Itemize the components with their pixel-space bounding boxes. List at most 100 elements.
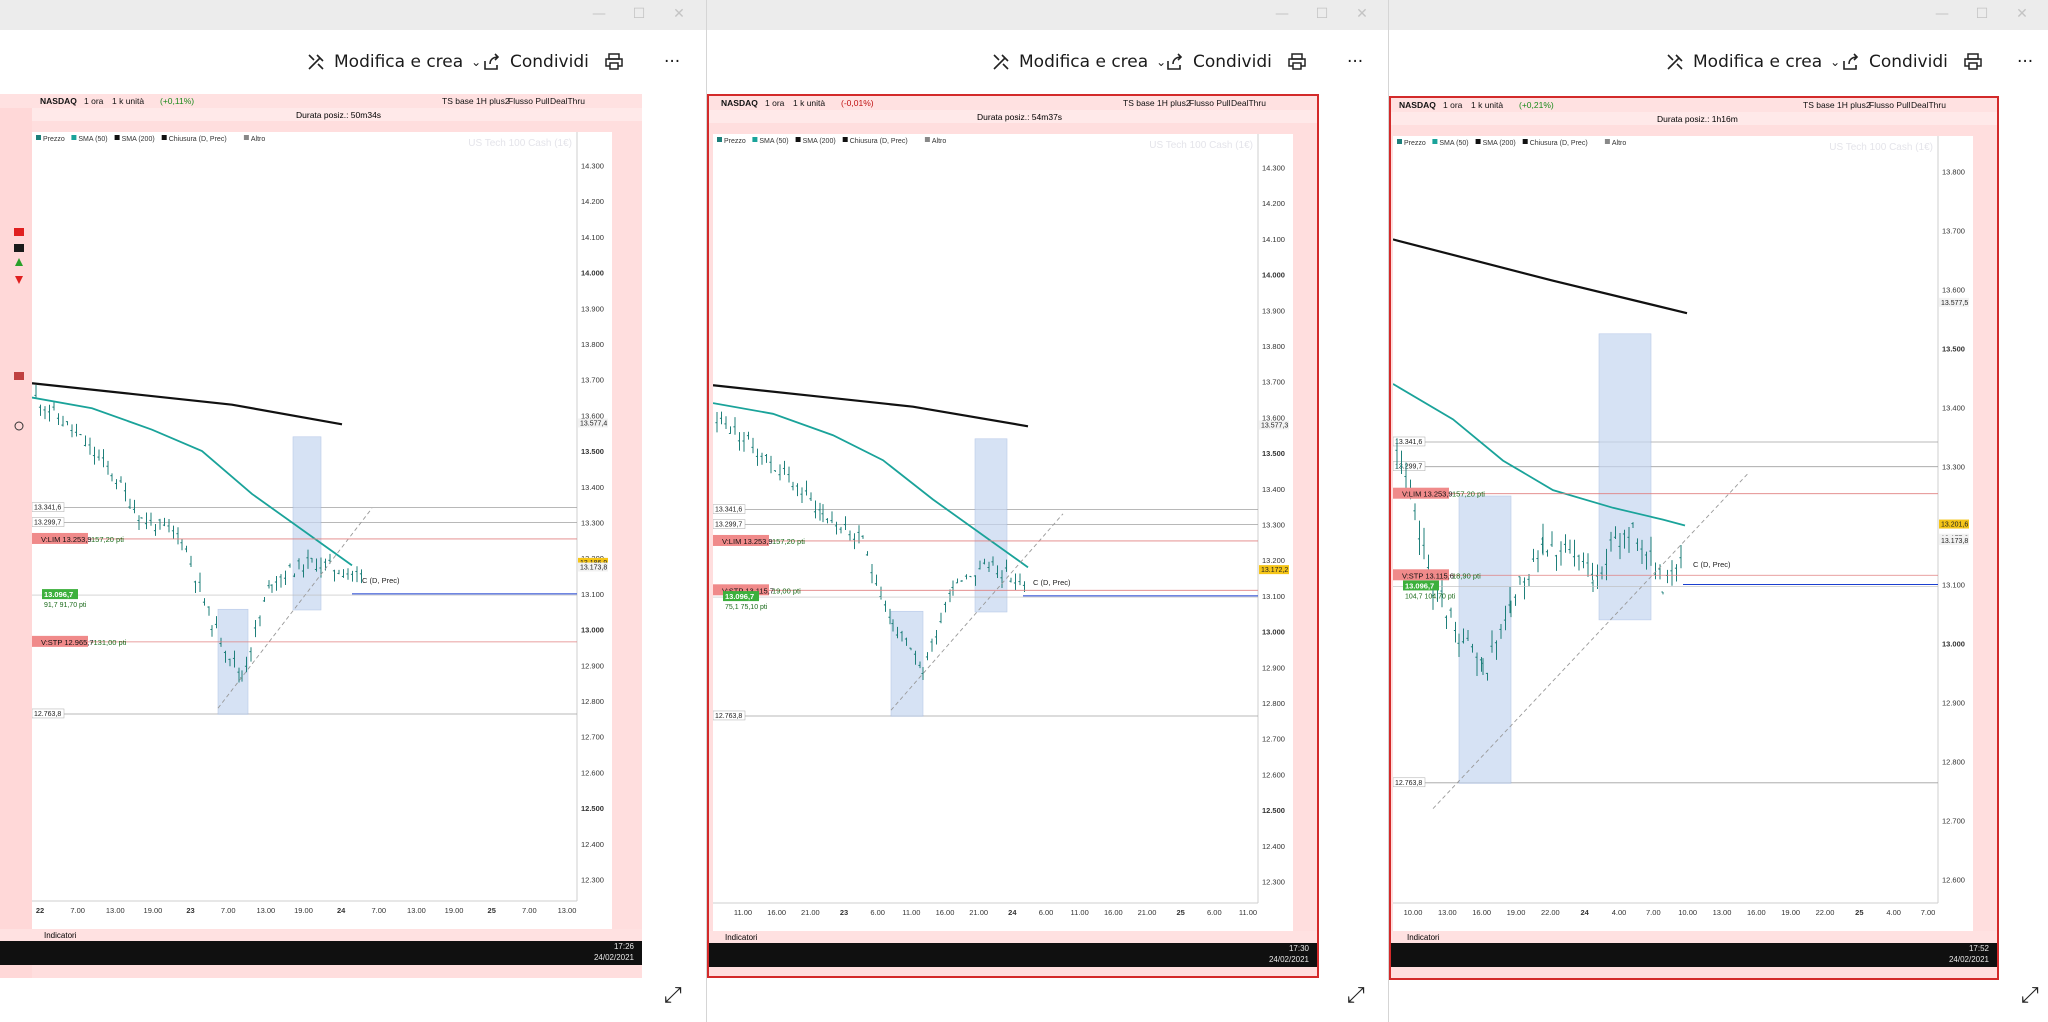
legend-entry: SMA (200) — [122, 136, 155, 143]
minimize-button[interactable]: — — [1265, 4, 1299, 24]
x-tick-label: 10.00 — [1404, 908, 1423, 917]
prev-close-label: C (D, Prec) — [1693, 560, 1731, 569]
share-button[interactable]: Condividi — [482, 52, 589, 72]
strategy-tab-3[interactable]: DealThru — [1911, 100, 1946, 110]
more-options-button[interactable]: ··· — [2017, 52, 2033, 72]
drawing-tool-icons[interactable] — [0, 108, 32, 968]
x-tick-label: 16.00 — [1747, 908, 1766, 917]
position-duration: Durata posiz.: 54m37s — [977, 112, 1063, 122]
taskbar-clock: 17:26 — [613, 942, 634, 951]
print-button[interactable] — [604, 52, 624, 72]
y-tick-label: 13.800 — [581, 340, 604, 349]
watermark: US Tech 100 Cash (1€) — [468, 138, 572, 149]
print-button[interactable] — [1287, 52, 1307, 72]
close-button[interactable]: ✕ — [662, 4, 696, 24]
taskbar-date: 24/02/2021 — [593, 953, 634, 962]
legend-entry: Prezzo — [1404, 140, 1426, 147]
price-chart-svg[interactable]: Prezzo SMA (50) SMA (200) Chiusura (D, Prec… — [1392, 136, 1973, 931]
more-options-icon: ··· — [664, 52, 681, 72]
expand-icon[interactable]: ⤢ — [1347, 983, 1365, 1008]
share-label: Condividi — [1869, 52, 1948, 72]
units-label: 1 k unità — [112, 96, 145, 106]
edit-create-button[interactable]: Modifica e crea ⌄ — [1665, 52, 1840, 72]
y-tick-label: 12.700 — [1262, 735, 1285, 744]
legend-entry: Chiusura (D, Prec) — [1530, 140, 1588, 147]
y-tick-label: 12.400 — [1262, 842, 1285, 851]
position-price: 13.096,7 — [725, 592, 754, 601]
price-chart-svg[interactable]: Prezzo SMA (50) SMA (200) Chiusura (D, Prec… — [712, 134, 1293, 931]
chart-subheader: Durata posiz.: 50m34s — [0, 108, 642, 121]
strategy-tab-3[interactable]: DealThru — [550, 96, 585, 106]
close-button[interactable]: ✕ — [2005, 4, 2039, 24]
y-tick-label: 12.700 — [1942, 816, 1965, 825]
taskbar-date: 24/02/2021 — [1948, 955, 1989, 964]
x-tick-label: 19.00 — [445, 906, 464, 915]
drawing-tools-strip[interactable] — [0, 108, 32, 978]
y-tick-label: 14.200 — [581, 197, 604, 206]
legend-entry: Prezzo — [724, 138, 746, 145]
maximize-button[interactable]: ☐ — [1305, 4, 1339, 24]
strategy-tab-1[interactable]: TS base 1H plus2 — [1123, 98, 1191, 108]
indicators-button[interactable]: Indicatori — [725, 933, 757, 942]
position-duration: Durata posiz.: 50m34s — [296, 110, 382, 120]
legend-entry: Chiusura (D, Prec) — [169, 136, 227, 143]
x-tick-label: 13.00 — [1713, 908, 1732, 917]
x-tick-label: 11.00 — [734, 908, 752, 917]
price-chart[interactable]: Prezzo SMA (50) SMA (200) Chiusura (D, Prec… — [712, 134, 1293, 931]
legend-swatch — [71, 135, 77, 140]
highlight-zone — [890, 610, 924, 717]
maximize-button[interactable]: ☐ — [1965, 4, 1999, 24]
chart-subheader: Durata posiz.: 1h16m — [1391, 112, 1997, 125]
price-chart[interactable]: Prezzo SMA (50) SMA (200) Chiusura (D, Prec… — [1392, 136, 1973, 931]
command-bar: Modifica e crea ⌄ Condividi ··· — [0, 30, 706, 98]
chart-header: NASDAQ 1 ora 1 k unità (+0,11%) TS base … — [0, 94, 642, 108]
expand-icon[interactable]: ⤢ — [664, 983, 682, 1008]
stop-order-label: V:STP 12.965,7 — [41, 638, 94, 647]
stop-order-points: 19,00 pti — [772, 586, 801, 595]
y-tick-label: 12.500 — [581, 804, 604, 813]
indicators-button[interactable]: Indicatori — [44, 931, 76, 940]
share-button[interactable]: Condividi — [1841, 52, 1948, 72]
strategy-tab-2[interactable]: Flusso Pull — [1869, 100, 1911, 110]
limit-order-label: V:LIM 13.253,9 — [722, 537, 773, 546]
x-tick-label: 13.00 — [106, 906, 125, 915]
indicators-button[interactable]: Indicatori — [1407, 933, 1439, 942]
trading-platform-frame: NASDAQ 1 ora 1 k unità (+0,11%) TS base … — [0, 94, 642, 978]
strategy-tab-3[interactable]: DealThru — [1231, 98, 1266, 108]
edit-create-button[interactable]: Modifica e crea ⌄ — [306, 52, 481, 72]
y-tick-label: 13.700 — [1262, 378, 1285, 387]
x-tick-label: 25 — [1855, 908, 1863, 917]
price-chart[interactable]: Prezzo SMA (50) SMA (200) Chiusura (D, Prec… — [31, 132, 612, 929]
share-button[interactable]: Condividi — [1165, 52, 1272, 72]
chart-image-2: NASDAQ 1 ora 1 k unità (-0,01%) TS base … — [707, 94, 1319, 978]
edit-create-icon — [1667, 54, 1683, 70]
minimize-button[interactable]: — — [582, 4, 616, 24]
more-options-button[interactable]: ··· — [664, 52, 680, 72]
y-tick-label: 13.700 — [1942, 227, 1965, 236]
strategy-tab-1[interactable]: TS base 1H plus2 — [442, 96, 510, 106]
expand-icon[interactable]: ⤢ — [2021, 983, 2039, 1008]
more-options-button[interactable]: ··· — [1347, 52, 1363, 72]
strategy-tab-1[interactable]: TS base 1H plus2 — [1803, 100, 1871, 110]
x-tick-label: 11.00 — [1071, 908, 1089, 917]
prev-close-label: C (D, Prec) — [1033, 578, 1071, 587]
position-price: 13.096,7 — [44, 590, 73, 599]
x-tick-label: 7.00 — [1921, 908, 1936, 917]
y-tick-label: 12.900 — [1262, 663, 1285, 672]
minimize-button[interactable]: — — [1925, 4, 1959, 24]
legend-swatch — [924, 137, 930, 142]
legend-entry: SMA (200) — [803, 138, 836, 145]
y-tick-label: 13.500 — [581, 447, 604, 456]
chart-toolbar: Indicatori — [709, 931, 1317, 943]
close-button[interactable]: ✕ — [1345, 4, 1379, 24]
level-label: 13.341,6 — [715, 507, 742, 514]
strategy-tab-2[interactable]: Flusso Pull — [508, 96, 550, 106]
x-tick-label: 24 — [1580, 908, 1589, 917]
level-label: 12.763,8 — [34, 711, 61, 718]
strategy-tab-2[interactable]: Flusso Pull — [1189, 98, 1231, 108]
maximize-button[interactable]: ☐ — [622, 4, 656, 24]
price-chart-svg[interactable]: Prezzo SMA (50) SMA (200) Chiusura (D, Prec… — [31, 132, 612, 929]
print-button[interactable] — [1963, 52, 1983, 72]
price-axis-label: 13.173,8 — [1941, 538, 1968, 545]
edit-create-button[interactable]: Modifica e crea ⌄ — [991, 52, 1166, 72]
